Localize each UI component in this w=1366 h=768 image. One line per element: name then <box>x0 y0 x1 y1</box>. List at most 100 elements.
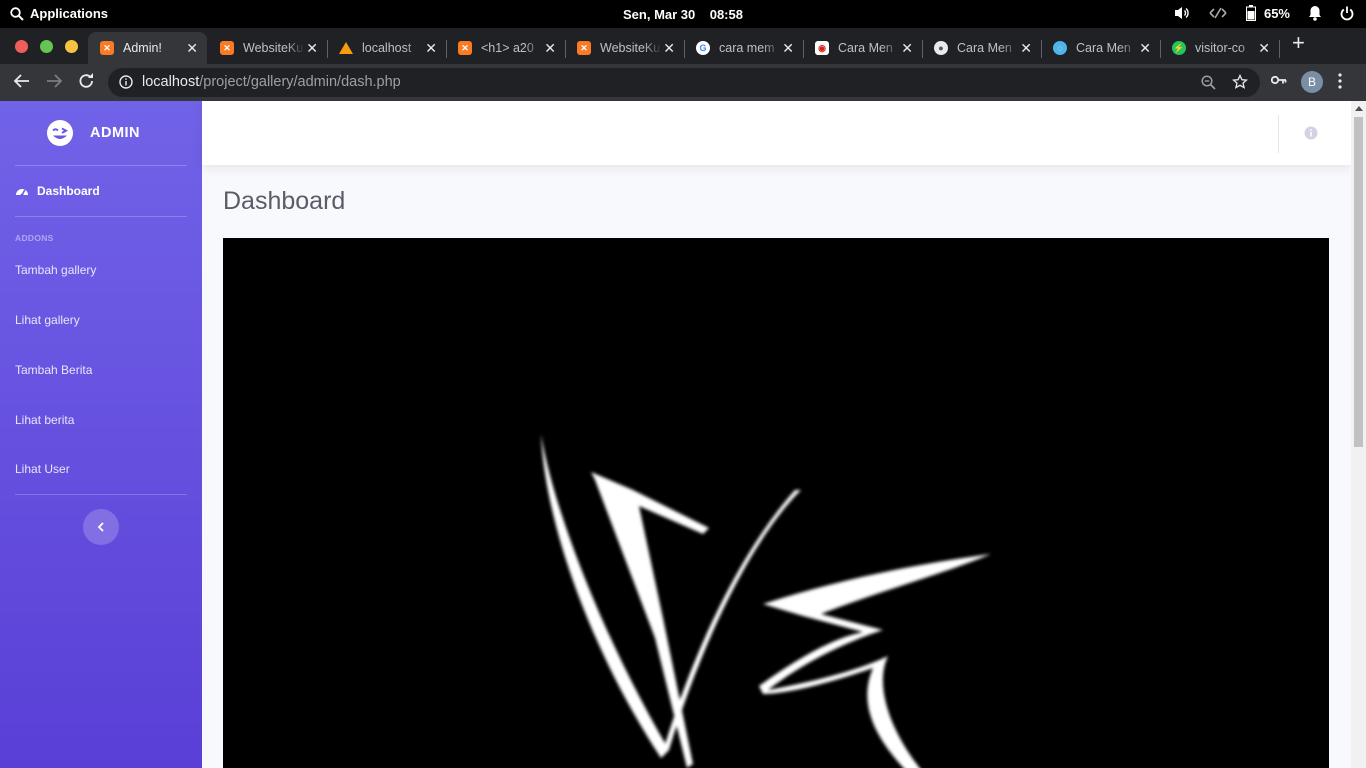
sidebar-item-label: Tambah Berita <box>15 363 93 377</box>
sidebar-item-label: Lihat gallery <box>15 313 80 327</box>
sidebar-divider <box>15 165 187 166</box>
tab-close-icon[interactable]: ✕ <box>1020 40 1032 57</box>
power-icon[interactable] <box>1340 6 1354 21</box>
password-key-icon[interactable] <box>1271 75 1287 85</box>
tachometer-icon <box>16 189 28 197</box>
new-tab-plus-icon[interactable]: + <box>1292 30 1305 56</box>
window-minimize-button[interactable] <box>40 40 53 53</box>
tab-title: <h1> a20 <box>481 41 534 55</box>
forward-arrow-icon[interactable] <box>45 72 63 90</box>
clock[interactable]: Sen, Mar 30 08:58 <box>623 7 743 22</box>
phpmyadmin-icon <box>339 42 353 54</box>
network-disconnected-icon[interactable] <box>1208 5 1228 21</box>
browser-tab[interactable]: ● Cara Men ✕ <box>922 32 1042 64</box>
sidebar-item-tambah-berita[interactable]: Tambah Berita <box>15 363 92 377</box>
applications-menu[interactable]: Applications <box>10 6 108 21</box>
sidebar-item-tambah-gallery[interactable]: Tambah gallery <box>15 263 96 277</box>
reload-icon[interactable] <box>78 72 95 90</box>
tab-title: Cara Men <box>1076 41 1131 55</box>
tab-close-icon[interactable]: ✕ <box>425 40 437 57</box>
battery-percent: 65% <box>1263 5 1290 21</box>
window-close-button[interactable] <box>15 40 28 53</box>
sidebar-item-label: Dashboard <box>37 184 100 198</box>
site-info-icon[interactable] <box>119 75 133 89</box>
green-bolt-icon: ⚡ <box>1172 41 1186 55</box>
google-icon: G <box>696 41 710 55</box>
more-options-icon[interactable] <box>1338 73 1342 89</box>
scrollbar-thumb[interactable] <box>1354 117 1363 447</box>
red-site-icon: ◉ <box>815 41 829 55</box>
browser-tab[interactable]: ◉ Cara Men ✕ <box>803 32 923 64</box>
address-bar[interactable]: localhost/project/gallery/admin/dash.php <box>108 68 1260 97</box>
tab-close-icon[interactable]: ✕ <box>782 40 794 57</box>
xampp-icon: ✕ <box>458 41 472 55</box>
bookmark-star-icon[interactable] <box>1232 74 1248 90</box>
tab-close-icon[interactable]: ✕ <box>306 40 318 57</box>
chevron-left-icon <box>97 522 104 532</box>
sidebar-heading: ADDONS <box>15 233 54 243</box>
notifications-bell-icon[interactable] <box>1308 5 1322 21</box>
tab-title: WebsiteKu <box>243 41 304 55</box>
topbar-header <box>202 101 1351 165</box>
brush-logo-icon <box>541 434 991 768</box>
scroll-up-arrow-icon[interactable] <box>1355 106 1363 111</box>
system-top-bar: Applications Sen, Mar 30 08:58 65% <box>0 0 1366 28</box>
tab-close-icon[interactable]: ✕ <box>901 40 913 57</box>
brand-text: ADMIN <box>90 125 141 141</box>
url-text[interactable]: localhost/project/gallery/admin/dash.php <box>142 74 401 90</box>
tab-close-icon[interactable]: ✕ <box>544 40 556 57</box>
tab-title: localhost <box>362 41 412 55</box>
volume-icon[interactable] <box>1174 5 1190 21</box>
xampp-icon: ✕ <box>100 41 114 55</box>
tab-title: Admin! <box>123 41 162 55</box>
browser-tab[interactable]: localhost ✕ <box>327 32 447 64</box>
sidebar-item-label: Lihat User <box>15 462 70 476</box>
sidebar: ADMIN Dashboard ADDONS Tambah gallery Li… <box>0 101 202 768</box>
tab-close-icon[interactable]: ✕ <box>186 40 198 57</box>
back-arrow-icon[interactable] <box>13 72 31 90</box>
sidebar-brand[interactable]: ADMIN <box>0 101 202 165</box>
blue-site-icon: ◌ <box>1053 41 1067 55</box>
xampp-icon: ✕ <box>220 41 234 55</box>
browser-tab[interactable]: ✕ <h1> a20 ✕ <box>446 32 566 64</box>
browser-tab[interactable]: ◌ Cara Men ✕ <box>1041 32 1161 64</box>
sidebar-item-label: Tambah gallery <box>15 263 97 277</box>
browser-tab[interactable]: ✕ WebsiteKu ✕ <box>208 32 328 64</box>
tab-title: visitor-co <box>1195 41 1246 55</box>
sidebar-toggle-button[interactable] <box>83 509 119 545</box>
page-viewport: ADMIN Dashboard ADDONS Tambah gallery Li… <box>0 101 1366 768</box>
sidebar-divider <box>15 216 187 217</box>
logo-image <box>223 238 1329 768</box>
browser-tab[interactable]: ⚡ visitor-co ✕ <box>1160 32 1280 64</box>
page-title: Dashboard <box>223 187 346 215</box>
tab-title: Cara Men <box>957 41 1012 55</box>
avatar-site-icon: ● <box>934 41 948 55</box>
sidebar-item-lihat-gallery[interactable]: Lihat gallery <box>15 313 80 327</box>
browser-tab[interactable]: ✕ WebsiteKu ✕ <box>565 32 685 64</box>
browser-tab[interactable]: G cara mem ✕ <box>684 32 804 64</box>
tab-close-icon[interactable]: ✕ <box>1258 40 1270 57</box>
search-icon <box>10 6 24 21</box>
tab-close-icon[interactable]: ✕ <box>1139 40 1151 57</box>
tab-title: WebsiteKu <box>600 41 661 55</box>
url-host: localhost <box>142 74 200 90</box>
page-scrollbar[interactable] <box>1351 101 1366 768</box>
battery-icon[interactable] <box>1245 5 1256 21</box>
tab-close-icon[interactable]: ✕ <box>663 40 675 57</box>
profile-avatar[interactable]: B <box>1301 71 1323 93</box>
tab-title: Cara Men <box>838 41 893 55</box>
sidebar-item-dashboard[interactable]: Dashboard <box>15 184 100 198</box>
sidebar-item-label: Lihat berita <box>15 413 75 427</box>
window-maximize-button[interactable] <box>65 40 78 53</box>
zoom-out-icon[interactable] <box>1201 75 1216 90</box>
browser-toolbar: localhost/project/gallery/admin/dash.php… <box>0 64 1366 101</box>
browser-tab-admin[interactable]: ✕ Admin! ✕ <box>88 32 207 64</box>
header-divider <box>1278 115 1279 153</box>
sidebar-divider <box>15 494 187 495</box>
info-circle-icon[interactable] <box>1304 126 1318 140</box>
sidebar-item-lihat-berita[interactable]: Lihat berita <box>15 413 74 427</box>
applications-label: Applications <box>30 6 109 21</box>
sidebar-item-lihat-user[interactable]: Lihat User <box>15 462 70 476</box>
xampp-icon: ✕ <box>577 41 591 55</box>
browser-tab-strip: ✕ Admin! ✕ ✕ WebsiteKu ✕ localhost ✕ ✕ <… <box>0 28 1366 64</box>
